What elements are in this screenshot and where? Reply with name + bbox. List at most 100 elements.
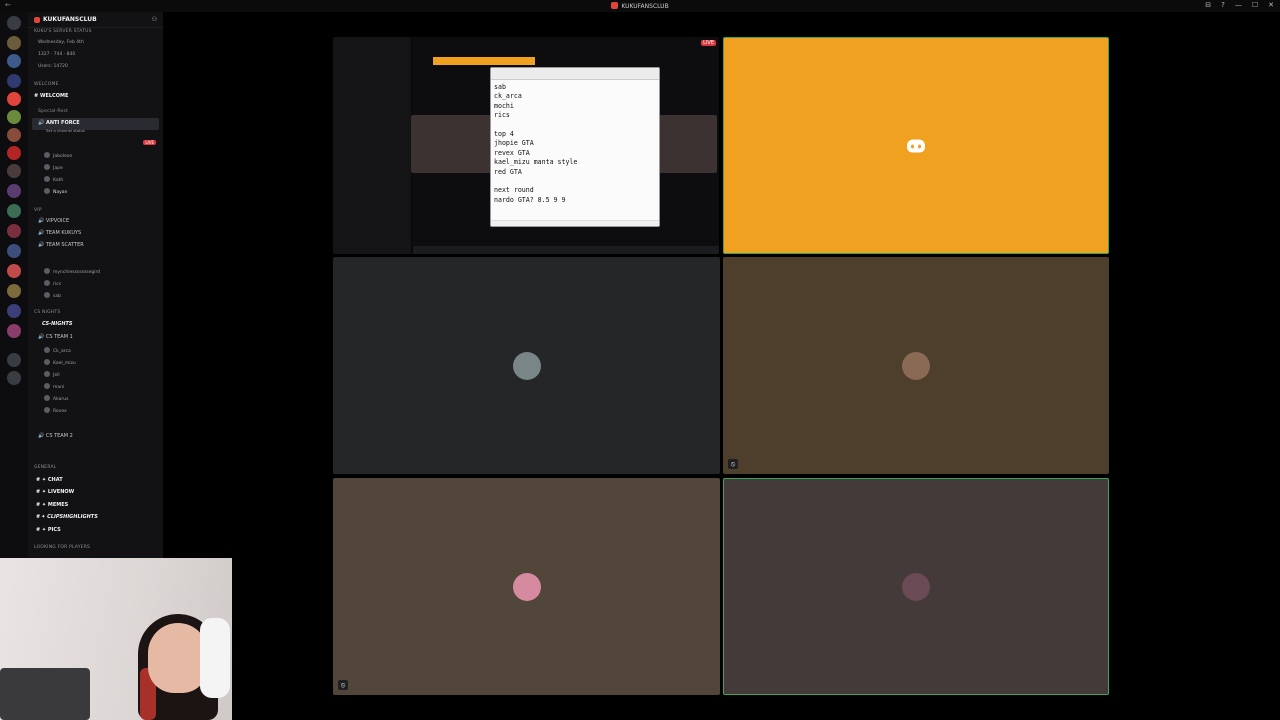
window-titlebar: ← KUKUFANSCLUB ⊟ ? — ☐ ✕ <box>0 0 1280 12</box>
screen-share-tile[interactable]: LIVE sab ck_arca mochi rics top 4 jhopie… <box>333 37 719 254</box>
voice-stage-grid: LIVE sab ck_arca mochi rics top 4 jhopie… <box>163 12 1280 720</box>
server-header[interactable]: KUKUFANSCLUB ⚇ <box>28 12 163 28</box>
server-icon-kukufansclub[interactable] <box>7 92 21 106</box>
voice-user[interactable]: mani <box>44 383 64 390</box>
webcam-object <box>0 668 90 720</box>
avatar <box>902 351 930 380</box>
webcam-overlay <box>0 558 232 720</box>
server-icon[interactable] <box>7 264 21 278</box>
server-logo-icon <box>34 16 40 23</box>
avatar <box>512 572 541 601</box>
server-icon[interactable] <box>7 36 21 50</box>
avatar <box>44 188 50 194</box>
voice-user[interactable]: Jell <box>44 371 60 378</box>
maximize-button[interactable]: ☐ <box>1252 1 1258 9</box>
voice-user[interactable]: Ck_arca <box>44 347 71 354</box>
avatar <box>44 371 50 377</box>
help-icon[interactable]: ? <box>1221 1 1225 9</box>
server-icon[interactable] <box>7 244 21 258</box>
avatar <box>44 359 50 365</box>
category-welcome[interactable]: WELCOME <box>34 82 59 87</box>
avatar <box>44 292 50 298</box>
category-vip[interactable]: VIP <box>34 208 42 213</box>
voice-tile-speaking[interactable] <box>723 478 1109 695</box>
close-button[interactable]: ✕ <box>1268 1 1274 9</box>
voice-user[interactable]: Jape <box>44 164 63 171</box>
direct-messages-icon[interactable] <box>7 16 21 30</box>
voice-user[interactable]: Kael_mizu <box>44 359 76 366</box>
voice-channel-team-kukuys[interactable]: 🔊 TEAM KUKUYS <box>38 230 81 236</box>
server-icon[interactable] <box>7 146 21 160</box>
shared-channel-list <box>333 37 411 254</box>
avatar <box>44 395 50 401</box>
category-server-status[interactable]: KUKU'S SERVER STATUS <box>34 29 92 34</box>
server-icon[interactable] <box>7 74 21 88</box>
voice-user[interactable]: rics <box>44 280 61 287</box>
headphones <box>200 618 230 698</box>
discover-icon[interactable] <box>7 371 21 385</box>
live-badge: LIVE <box>701 40 716 46</box>
notepad-toolbar[interactable] <box>491 68 659 80</box>
category-special-rest[interactable]: Special-Rest <box>38 109 68 114</box>
server-name: KUKUFANSCLUB <box>43 16 97 23</box>
server-icon[interactable] <box>7 224 21 238</box>
avatar <box>44 280 50 286</box>
server-icon[interactable] <box>7 184 21 198</box>
category-looking-for-players[interactable]: LOOKING FOR PLAYERS <box>34 545 90 550</box>
webcam-person-face <box>148 623 208 693</box>
category-cs-nights[interactable]: CS NIGHTS <box>34 310 60 315</box>
voice-tile[interactable]: ⦸ <box>333 478 720 695</box>
channel-livenow[interactable]: # ✦ LIVENOW <box>36 489 74 495</box>
voice-user[interactable]: Nayan <box>44 188 67 195</box>
voice-user[interactable]: Akarus <box>44 395 68 402</box>
live-badge: LIVE <box>143 140 156 145</box>
channel-pics[interactable]: # ✦ PICS <box>36 527 61 533</box>
avatar <box>44 347 50 353</box>
voice-tile[interactable] <box>333 257 720 474</box>
server-icon[interactable] <box>7 128 21 142</box>
server-icon[interactable] <box>7 284 21 298</box>
channel-cs-nights[interactable]: CS-NIGHTS <box>42 321 73 327</box>
avatar <box>44 383 50 389</box>
server-icon[interactable] <box>7 204 21 218</box>
voice-user[interactable]: Rovex <box>44 407 67 414</box>
channel-memes[interactable]: # ✦ MEMES <box>36 502 68 508</box>
avatar <box>44 152 50 158</box>
voice-user[interactable]: Kath <box>44 176 63 183</box>
channel-status[interactable]: Set a channel status <box>46 128 85 133</box>
channel-clipshighlights[interactable]: # ✦ CLIPSHIGHLIGHTS <box>36 514 98 520</box>
status-date: Wednesday, Feb 4th <box>38 40 84 45</box>
channel-list: KUKUFANSCLUB ⚇ KUKU'S SERVER STATUS Wedn… <box>28 12 163 558</box>
voice-user[interactable]: sab <box>44 292 61 299</box>
avatar <box>44 407 50 413</box>
voice-tile-speaking[interactable] <box>723 37 1109 254</box>
server-icon[interactable] <box>7 110 21 124</box>
voice-channel-cs-team-1[interactable]: 🔊 CS TEAM 1 <box>38 334 73 340</box>
add-server-icon[interactable] <box>7 353 21 367</box>
avatar <box>44 268 50 274</box>
avatar <box>44 176 50 182</box>
notepad-text[interactable]: sab ck_arca mochi rics top 4 jhopie GTA … <box>491 80 659 208</box>
discord-logo-icon <box>907 139 925 152</box>
channel-welcome[interactable]: # WELCOME <box>34 93 68 99</box>
voice-tile[interactable]: ⦸ <box>723 257 1109 474</box>
avatar <box>44 164 50 170</box>
add-member-icon[interactable]: ⚇ <box>152 16 157 23</box>
category-general[interactable]: GENERAL <box>34 465 56 470</box>
muted-mic-icon: ⦸ <box>338 680 348 690</box>
notepad-window[interactable]: sab ck_arca mochi rics top 4 jhopie GTA … <box>490 67 660 227</box>
shared-voice-tile <box>411 115 493 173</box>
voice-user[interactable]: mynchiesssssssegird <box>44 268 100 275</box>
voice-channel-team-scatter[interactable]: 🔊 TEAM SCATTER <box>38 242 84 248</box>
voice-channel-anti-force[interactable]: 🔊 ANTI FORCE <box>38 120 80 126</box>
voice-channel-vipvoice[interactable]: 🔊 VIPVOICE <box>38 218 69 224</box>
server-icon[interactable] <box>7 304 21 318</box>
server-icon[interactable] <box>7 164 21 178</box>
inbox-icon[interactable]: ⊟ <box>1205 1 1211 9</box>
voice-channel-cs-team-2[interactable]: 🔊 CS TEAM 2 <box>38 433 73 439</box>
server-icon[interactable] <box>7 54 21 68</box>
server-icon[interactable] <box>7 324 21 338</box>
channel-chat[interactable]: # ✦ CHAT <box>36 477 63 483</box>
minimize-button[interactable]: — <box>1235 1 1242 9</box>
voice-user[interactable]: Jaboleon <box>44 152 72 159</box>
